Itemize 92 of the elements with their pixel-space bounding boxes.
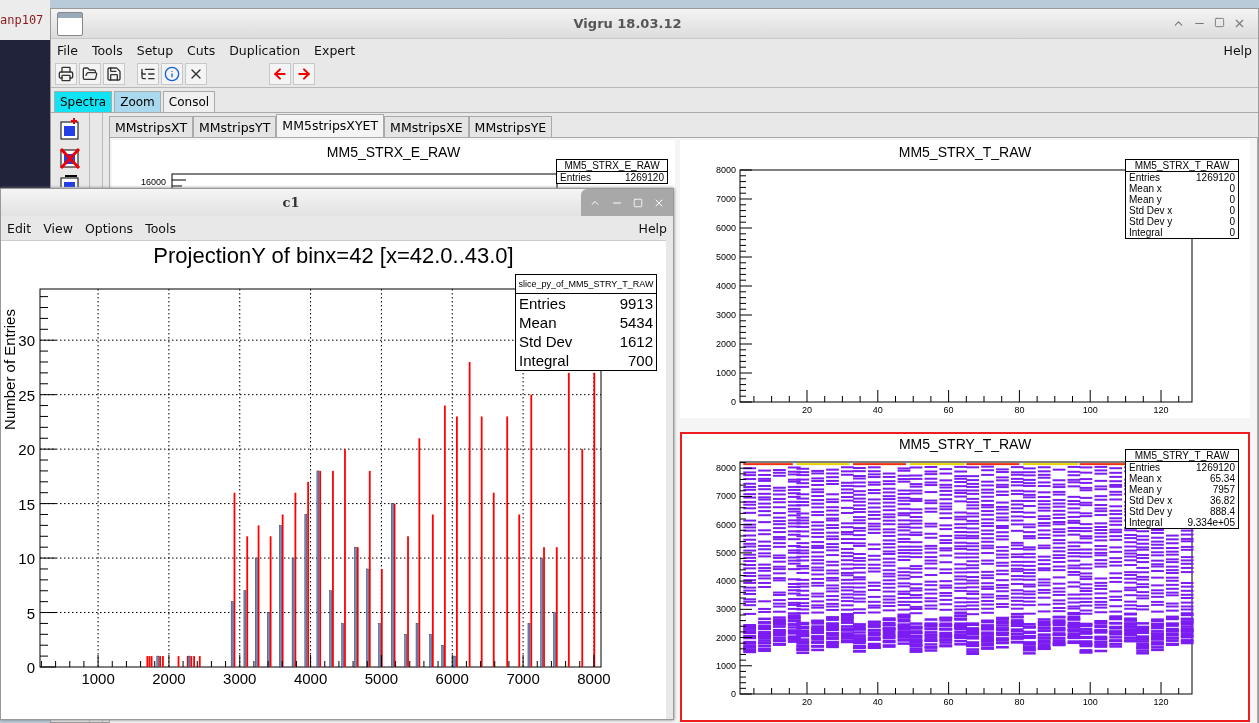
axis-label: 120 (1153, 697, 1169, 707)
stat-value: 9913 (619, 294, 653, 313)
axis-label: 40 (872, 405, 883, 415)
axis-label: 0 (26, 659, 35, 676)
axis-label: 40 (872, 697, 883, 707)
axis-label: 2000 (152, 670, 186, 687)
axis-label: 3000 (715, 310, 736, 320)
stat-value: 0 (1229, 227, 1235, 238)
plot-title: MM5_STRX_T_RAW (898, 144, 1032, 160)
stat-label: Mean (519, 313, 557, 332)
axis-label: 5000 (364, 670, 399, 687)
stat-label: Mean x (1129, 183, 1162, 194)
stat-label: Integral (1129, 227, 1163, 238)
stat-label: Entries (1129, 172, 1161, 183)
stat-value: 0 (1229, 194, 1235, 205)
stat-label: Entries (519, 294, 566, 313)
stat-label: Mean y (1129, 484, 1162, 495)
stat-value: 1269120 (625, 172, 664, 183)
stats-title: slice_py_of_MM5_STRY_T_RAW (518, 279, 654, 289)
terminal-text: anp107 (0, 13, 44, 27)
axis-label: 3000 (715, 604, 736, 615)
window-title: c1 (281, 195, 301, 210)
stat-value: 0 (1229, 205, 1235, 216)
axis-label: 120 (1153, 405, 1169, 415)
axis-label: 1000 (715, 368, 736, 378)
axis-label: 4000 (715, 281, 736, 291)
axis-label: 7000 (715, 194, 736, 204)
plot-title: MM5_STRX_E_RAW (326, 144, 461, 160)
axis-label: 4000 (715, 576, 736, 587)
stat-label: Std Dev y (1129, 216, 1173, 227)
axis-label: 2000 (715, 339, 736, 349)
axis-label: 30 (18, 332, 35, 350)
stats-title: MM5_STRX_E_RAW (564, 160, 660, 171)
stat-value: 9.334e+05 (1187, 517, 1235, 528)
stat-label: Integral (1129, 517, 1163, 528)
axis-label: 60 (943, 405, 954, 415)
axis-label: 20 (802, 697, 812, 707)
plot-title: MM5_STRY_T_RAW (898, 436, 1032, 452)
stat-value: 36.82 (1209, 495, 1235, 506)
axis-label: 7000 (715, 491, 736, 502)
stat-value: 7957 (1212, 484, 1235, 495)
stat-value: 888.4 (1209, 506, 1235, 517)
axis-label: 7000 (506, 670, 540, 687)
axis-label: 0 (731, 689, 736, 699)
stat-value: 5434 (619, 313, 653, 332)
stat-value: 700 (627, 351, 653, 370)
axis-label: 25 (18, 386, 35, 404)
axis-label: 2000 (715, 632, 736, 643)
stat-value: 0 (1229, 216, 1235, 227)
stat-label: Entries (1129, 462, 1161, 473)
axis-label: 5000 (715, 547, 736, 558)
axis-label: 1000 (81, 670, 115, 687)
stat-label: Entries (560, 172, 592, 183)
stat-label: Std Dev x (1129, 495, 1173, 506)
stat-label: Integral (519, 351, 570, 370)
stat-value: 1269120 (1196, 172, 1235, 183)
stats-title: MM5_STRX_T_RAW (1134, 160, 1230, 171)
window-title: Vigru 18.03.12 (572, 16, 683, 31)
stat-label: Mean x (1129, 473, 1162, 484)
stats-title: MM5_STRY_T_RAW (1134, 450, 1230, 461)
axis-label: 16000 (140, 177, 166, 187)
stat-value: 1612 (619, 332, 653, 351)
axis-label: 8000 (715, 463, 736, 474)
stat-label: Std Dev (519, 332, 573, 351)
stat-label: Mean y (1129, 194, 1162, 205)
axis-label: 3000 (223, 670, 257, 687)
axis-label: 5000 (715, 252, 736, 262)
axis-label: 4000 (293, 670, 328, 687)
stat-label: Std Dev y (1129, 506, 1173, 517)
axis-label: 6000 (715, 519, 736, 530)
axis-label: 15 (18, 495, 35, 513)
axis-label: 6000 (715, 223, 736, 233)
axis-label: 5 (26, 604, 35, 622)
axis-label: 8000 (715, 165, 736, 175)
axis-label: 8000 (577, 670, 611, 687)
axis-label: 100 (1082, 405, 1098, 415)
axis-label: 80 (1014, 405, 1025, 415)
stat-value: 0 (1229, 183, 1235, 194)
stat-value: 1269120 (1196, 462, 1235, 473)
axis-label: 100 (1082, 697, 1098, 707)
axis-title: Number of Entries (0, 309, 18, 430)
stat-value: 65.34 (1209, 473, 1235, 484)
stat-label: Std Dev x (1129, 205, 1173, 216)
axis-label: 20 (802, 405, 812, 415)
plot-title: ProjectionY of binx=42 [x=42.0..43.0] (152, 243, 515, 269)
axis-label: 60 (943, 697, 954, 707)
axis-label: 10 (18, 550, 35, 568)
axis-label: 20 (18, 441, 35, 459)
axis-label: 6000 (435, 670, 469, 687)
axis-label: 1000 (715, 660, 736, 671)
axis-label: 0 (731, 397, 736, 407)
axis-label: 80 (1014, 697, 1025, 707)
